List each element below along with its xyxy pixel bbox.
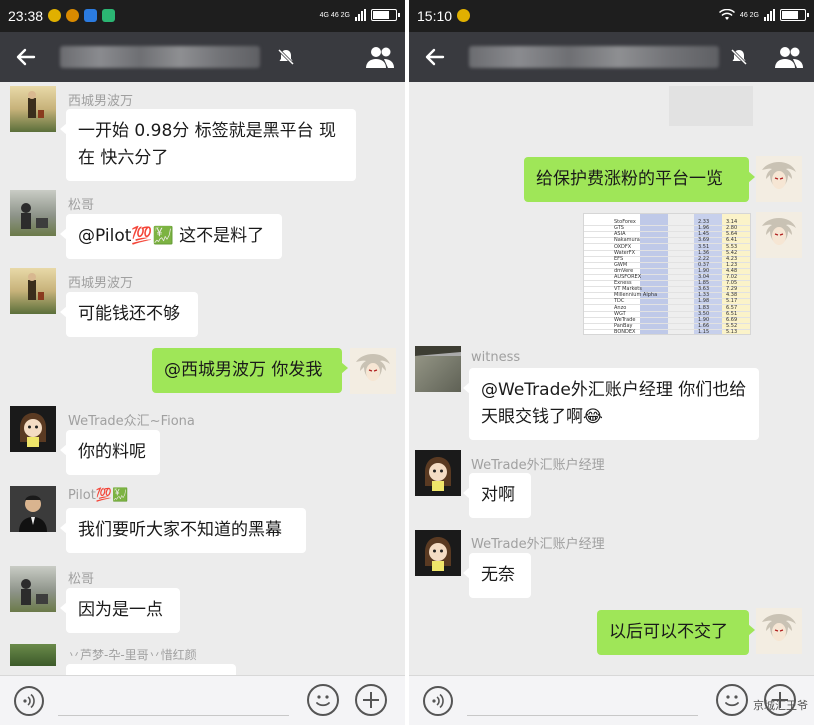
signal-label: 46 2G [739, 11, 759, 19]
avatar[interactable] [10, 86, 56, 132]
input-bar [0, 675, 405, 725]
emoji-icon[interactable] [716, 684, 748, 716]
message-bubble[interactable]: 可能钱还不够 [60, 292, 198, 337]
table-cell-value: 3.69 [698, 237, 710, 243]
avatar[interactable] [10, 406, 56, 452]
avatar-self[interactable] [756, 608, 802, 654]
message-input[interactable] [58, 715, 289, 716]
app-notification-icon [457, 9, 470, 22]
avatar-self[interactable] [350, 348, 396, 394]
watermark: 京城汇王爷 [753, 699, 808, 712]
voice-input-icon[interactable] [14, 686, 44, 716]
table-cell-value: 1.15 [698, 329, 710, 335]
sender-name: WeTrade众汇~Fiona [68, 414, 195, 429]
sender-name: 丷芦梦-卆-里哥丷惜红颜 [68, 648, 197, 662]
app-notification-icon [48, 9, 61, 22]
chat-header [409, 32, 814, 82]
message-bubble[interactable]: 一开始 0.98分 标签就是黑平台 现 在 快六分了 [60, 109, 356, 181]
voice-input-icon[interactable] [423, 686, 453, 716]
message-bubble[interactable]: @WeTrade外汇账户经理 你们也给 天眼交钱了啊😂 [463, 368, 759, 440]
message-bubble[interactable]: 你的料呢 [60, 430, 160, 475]
sender-name: WeTrade外汇账户经理 [471, 537, 605, 552]
status-bar: 15:10 46 2G [409, 0, 814, 32]
mute-bell-icon [277, 48, 295, 66]
table-cell-name: BONDEX [614, 329, 636, 335]
message-bubble[interactable]: 我们要听大家不知道的黑幕 [60, 508, 306, 553]
avatar[interactable] [415, 450, 461, 496]
message-bubble-sent[interactable]: 给保护费涨粉的平台一览 [524, 157, 755, 202]
shared-table-image[interactable]: StoForex 2.33 3.14 GTS 1.96 2.80 ASIA 1.45 5.64 N… [583, 213, 751, 335]
signal-label: 4G 46 2G [319, 11, 350, 19]
chat-title-redacted [60, 46, 260, 68]
battery-icon [371, 9, 400, 21]
partial-image-above [669, 86, 753, 126]
wifi-icon [718, 9, 735, 20]
sender-name: 松哥 [68, 572, 95, 587]
sender-name: WeTrade外汇账户经理 [471, 458, 605, 473]
avatar[interactable] [10, 190, 56, 236]
group-members-icon[interactable] [365, 44, 395, 70]
sender-name: 西城男波万 [68, 276, 134, 291]
app-notification-icon [102, 9, 115, 22]
avatar[interactable] [10, 566, 56, 612]
signal-strength-icon [355, 9, 366, 21]
message-bubble-sent[interactable]: 以后可以不交了 [597, 610, 755, 655]
avatar[interactable] [10, 268, 56, 314]
table-cell-value: 1.98 [698, 298, 710, 304]
sender-name: 西城男波万 [68, 94, 134, 109]
signal-strength-icon [764, 9, 775, 21]
chat-title-redacted [469, 46, 719, 68]
right-chat-screen: 15:10 46 2G 给保护费涨粉的平台一览 witness @WeTrade… [409, 0, 814, 725]
sender-name: 松哥 [68, 198, 95, 213]
message-bubble[interactable]: 对啊 [463, 473, 531, 518]
message-bubble[interactable]: 无奈 [463, 553, 531, 598]
status-time: 23:38 [8, 8, 44, 24]
input-bar: 京城汇王爷 [409, 675, 814, 725]
mute-bell-icon [730, 48, 748, 66]
avatar[interactable] [415, 530, 461, 576]
chat-header [0, 32, 405, 82]
group-members-icon[interactable] [774, 44, 804, 70]
back-arrow-icon[interactable] [423, 45, 447, 69]
app-notification-icon [84, 9, 97, 22]
message-bubble-sent[interactable]: @西城男波万 你发我 [152, 348, 348, 393]
app-notification-icon [66, 9, 79, 22]
battery-icon [780, 9, 809, 21]
message-bubble[interactable]: @Pilot💯💹 这不是料了 [60, 214, 282, 259]
avatar[interactable] [10, 486, 56, 532]
table-cell-name: Nakamura [614, 237, 640, 243]
message-input[interactable] [467, 715, 698, 716]
back-arrow-icon[interactable] [14, 45, 38, 69]
plus-more-icon[interactable] [355, 684, 387, 716]
avatar[interactable] [10, 644, 56, 666]
avatar-self[interactable] [756, 156, 802, 202]
sender-name: Pilot💯💹 [68, 488, 129, 503]
table-cell-name: TDC [614, 298, 625, 304]
avatar[interactable] [415, 346, 461, 392]
sender-name: witness [471, 350, 521, 365]
status-time: 15:10 [417, 8, 453, 24]
message-bubble[interactable]: 因为是一点 [60, 588, 180, 633]
table-cell-value: 6.41 [726, 237, 738, 243]
avatar-self[interactable] [756, 212, 802, 258]
emoji-icon[interactable] [307, 684, 339, 716]
left-chat-screen: 23:38 4G 46 2G 西城男波万 一开始 0.98分 标签就是黑平台 现… [0, 0, 405, 725]
table-cell-value: 5.17 [726, 298, 738, 304]
table-cell-value: 5.13 [726, 329, 738, 335]
status-bar: 23:38 4G 46 2G [0, 0, 405, 32]
